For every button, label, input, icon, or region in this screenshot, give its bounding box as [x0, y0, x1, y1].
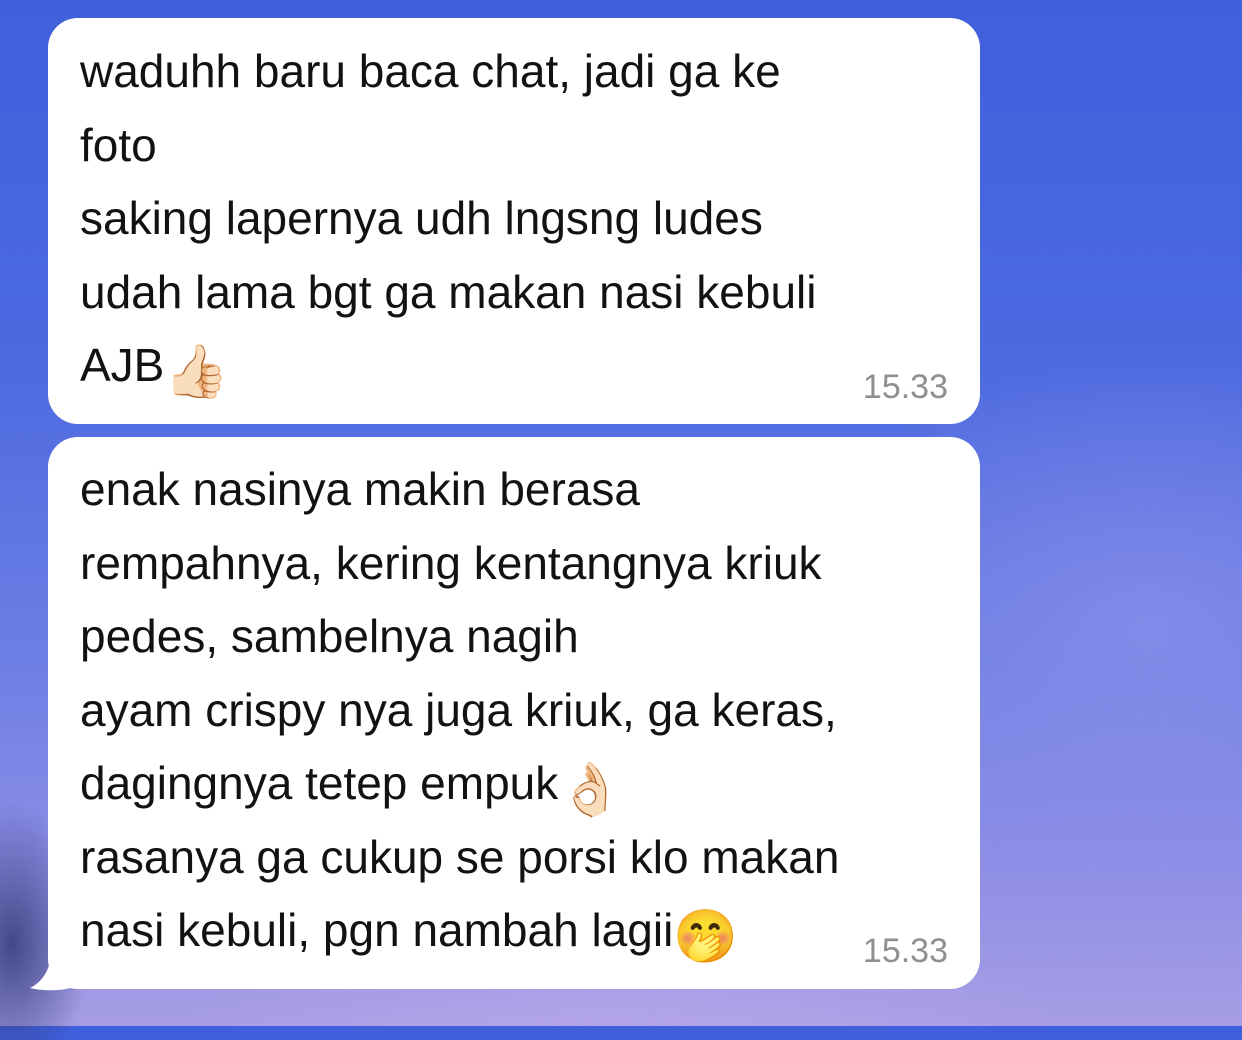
message-timestamp: 15.33	[862, 368, 948, 406]
bubble-tail	[30, 948, 70, 991]
ok-hand-emoji: 👌🏻	[558, 761, 623, 819]
message-bubble[interactable]: waduhh baru baca chat, jadi ga ke foto s…	[48, 18, 980, 424]
message-text: enak nasinya makin berasa rempahnya, ker…	[80, 463, 840, 966]
message-timestamp: 15.33	[862, 932, 948, 970]
thumbs-up-emoji: 👍🏻	[164, 343, 230, 401]
hand-over-mouth-emoji: 🤭	[673, 908, 739, 966]
message-bubble[interactable]: enak nasinya makin berasa rempahnya, ker…	[48, 437, 980, 989]
message-text: waduhh baru baca chat, jadi ga ke foto s…	[80, 45, 817, 401]
